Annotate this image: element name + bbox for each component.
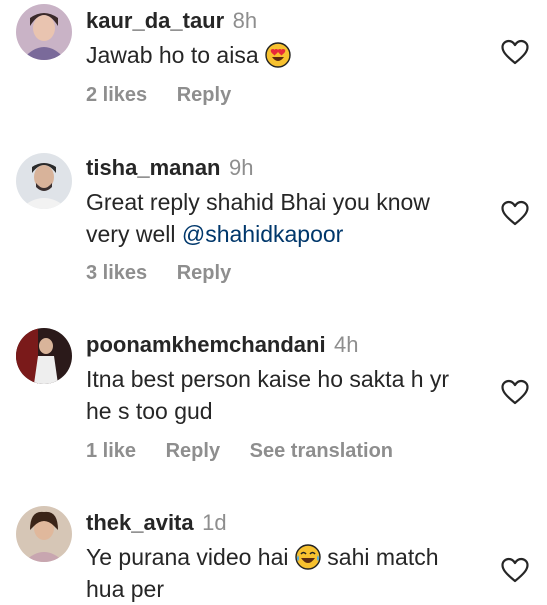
likes-count[interactable]: 1 like [86, 440, 136, 462]
heart-eyes-emoji [265, 42, 291, 68]
laughing-tears-emoji [295, 544, 321, 570]
comment-timestamp: 9h [228, 155, 254, 180]
comment-timestamp: 8h [232, 8, 258, 33]
comment-timestamp: 4h [334, 332, 359, 357]
comment-username[interactable]: thek_avita [86, 510, 194, 535]
heart-outline-icon[interactable] [501, 39, 529, 65]
see-translation-link[interactable]: See translation [250, 440, 393, 462]
reply-button[interactable]: Reply [177, 262, 231, 284]
avatar[interactable] [16, 328, 72, 384]
comment-text: Great reply shahid Bhai you know very we… [86, 189, 430, 247]
heart-outline-icon[interactable] [501, 379, 529, 405]
comment-text: Itna best person kaise ho sakta h yr he … [86, 366, 450, 424]
likes-count[interactable]: 2 likes [86, 84, 147, 106]
comment-text: Ye purana video hai sahi match hua per [86, 544, 439, 602]
reply-button[interactable]: Reply [177, 84, 231, 106]
avatar[interactable] [16, 153, 72, 209]
reply-button[interactable]: Reply [166, 440, 220, 462]
avatar[interactable] [16, 506, 72, 562]
comment-actions: 2 likes Reply [86, 84, 255, 107]
comment-username[interactable]: tisha_manan [86, 155, 221, 180]
comment-text: Jawab ho to aisa [86, 39, 487, 71]
comment-actions: 1 like Reply See translation [86, 440, 417, 463]
comment-actions: 3 likes Reply [86, 262, 255, 285]
heart-outline-icon[interactable] [501, 200, 529, 226]
likes-count[interactable]: 3 likes [86, 262, 147, 284]
comment-username[interactable]: poonamkhemchandani [86, 332, 326, 357]
avatar[interactable] [16, 4, 72, 60]
comment-username[interactable]: kaur_da_taur [86, 8, 224, 33]
mention-link[interactable]: @shahidkapoor [182, 221, 343, 247]
heart-outline-icon[interactable] [501, 557, 529, 583]
comment-timestamp: 1d [202, 510, 227, 535]
